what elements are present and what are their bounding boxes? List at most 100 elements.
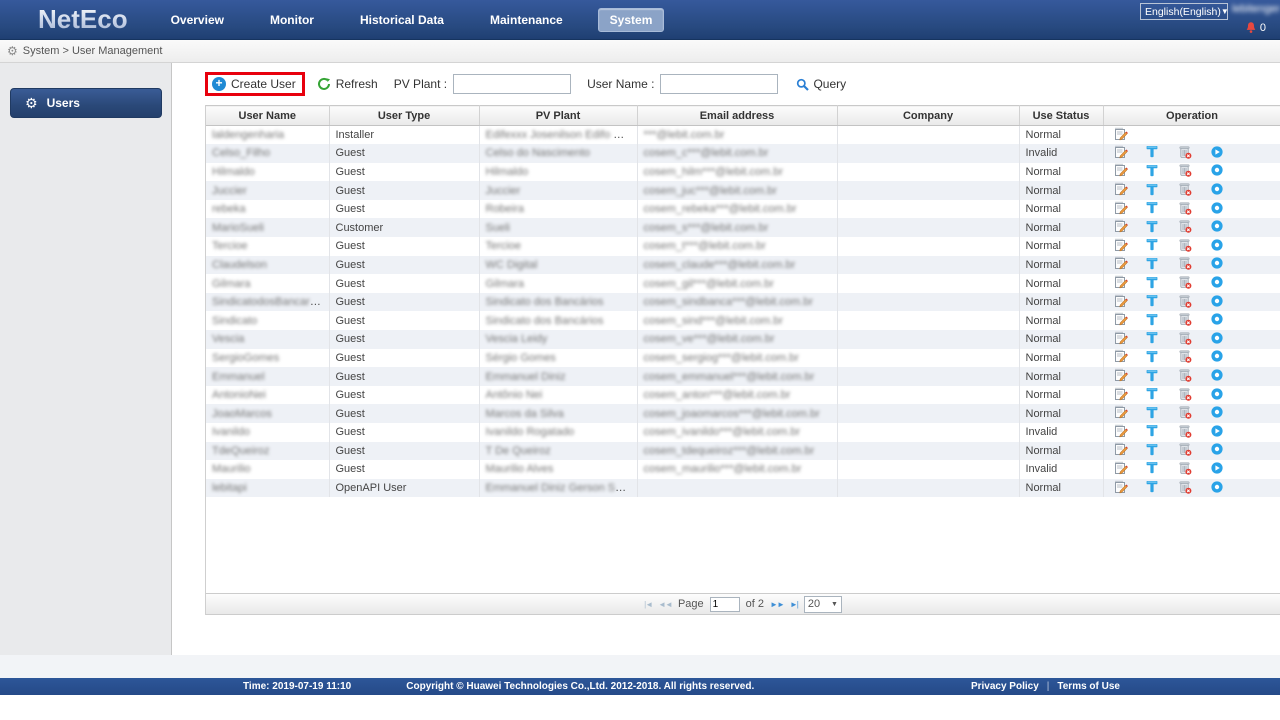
delete-icon[interactable] — [1178, 424, 1192, 441]
nav-item-maintenance[interactable]: Maintenance — [467, 7, 586, 33]
table-row[interactable]: JuccierGuestJucciercosem_juc***@lebit.co… — [206, 181, 1280, 200]
language-select[interactable]: English(English) ▼ — [1140, 3, 1228, 20]
edit-icon[interactable] — [1114, 275, 1128, 292]
edit-icon[interactable] — [1114, 349, 1128, 366]
table-row[interactable]: JoaoMarcosGuestMarcos da Silvacosem_joao… — [206, 404, 1280, 423]
delete-icon[interactable] — [1178, 201, 1192, 218]
edit-icon[interactable] — [1114, 145, 1128, 162]
disable-icon[interactable] — [1210, 219, 1224, 236]
enable-icon[interactable] — [1210, 461, 1224, 478]
edit-icon[interactable] — [1114, 405, 1128, 422]
table-row[interactable]: MaurilioGuestMaurilio Alvescosem_maurili… — [206, 460, 1280, 479]
delete-icon[interactable] — [1178, 238, 1192, 255]
nav-item-historical-data[interactable]: Historical Data — [337, 7, 467, 33]
disable-icon[interactable] — [1210, 349, 1224, 366]
enable-icon[interactable] — [1210, 424, 1224, 441]
pushpin-icon[interactable] — [1146, 183, 1160, 199]
enable-icon[interactable] — [1210, 145, 1224, 162]
pushpin-icon[interactable] — [1146, 424, 1160, 440]
refresh-button[interactable]: Refresh — [317, 77, 378, 91]
table-row[interactable]: lebitapiOpenAPI UserEmmanuel Diniz Gerso… — [206, 479, 1280, 498]
table-row[interactable]: SergioGomesGuestSérgio Gomescosem_sergio… — [206, 349, 1280, 368]
disable-icon[interactable] — [1210, 182, 1224, 199]
sidebar-item-users[interactable]: ⚙ Users — [10, 88, 162, 118]
pushpin-icon[interactable] — [1146, 145, 1160, 161]
pushpin-icon[interactable] — [1146, 238, 1160, 254]
edit-icon[interactable] — [1114, 331, 1128, 348]
delete-icon[interactable] — [1178, 480, 1192, 497]
table-row[interactable]: IvanildoGuestIvanildo Rogatadocosem_ivan… — [206, 423, 1280, 442]
pushpin-icon[interactable] — [1146, 369, 1160, 385]
disable-icon[interactable] — [1210, 405, 1224, 422]
column-header-pv-plant[interactable]: PV Plant — [479, 106, 637, 126]
edit-icon[interactable] — [1114, 256, 1128, 273]
pushpin-icon[interactable] — [1146, 201, 1160, 217]
edit-icon[interactable] — [1114, 201, 1128, 218]
disable-icon[interactable] — [1210, 312, 1224, 329]
column-header-user-type[interactable]: User Type — [329, 106, 479, 126]
edit-icon[interactable] — [1114, 182, 1128, 199]
disable-icon[interactable] — [1210, 480, 1224, 497]
pushpin-icon[interactable] — [1146, 294, 1160, 310]
table-row[interactable]: TercioeGuestTercioecosem_t***@lebit.com.… — [206, 237, 1280, 256]
delete-icon[interactable] — [1178, 275, 1192, 292]
pushpin-icon[interactable] — [1146, 164, 1160, 180]
disable-icon[interactable] — [1210, 294, 1224, 311]
delete-icon[interactable] — [1178, 256, 1192, 273]
delete-icon[interactable] — [1178, 219, 1192, 236]
table-row[interactable]: Celso_FilhoGuestCelso do Nascimentocosem… — [206, 144, 1280, 163]
disable-icon[interactable] — [1210, 368, 1224, 385]
delete-icon[interactable] — [1178, 145, 1192, 162]
disable-icon[interactable] — [1210, 238, 1224, 255]
table-row[interactable]: AntonioNeiGuestAntônio Neicosem_anton***… — [206, 386, 1280, 405]
pushpin-icon[interactable] — [1146, 461, 1160, 477]
delete-icon[interactable] — [1178, 312, 1192, 329]
table-row[interactable]: EmmanuelGuestEmmanuel Dinizcosem_emmanue… — [206, 367, 1280, 386]
nav-item-system[interactable]: System — [598, 8, 665, 32]
disable-icon[interactable] — [1210, 387, 1224, 404]
delete-icon[interactable] — [1178, 349, 1192, 366]
logged-in-username[interactable]: lebitengenharia — [1232, 3, 1280, 17]
create-user-button[interactable]: + Create User — [205, 72, 305, 96]
pushpin-icon[interactable] — [1146, 443, 1160, 459]
delete-icon[interactable] — [1178, 405, 1192, 422]
table-row[interactable]: laldengenhariaInstallerEdifexxx Josenils… — [206, 126, 1280, 145]
edit-icon[interactable] — [1114, 238, 1128, 255]
table-row[interactable]: rebekaGuestRobeiracosem_rebeka***@lebit.… — [206, 200, 1280, 219]
nav-item-overview[interactable]: Overview — [148, 7, 247, 33]
pushpin-icon[interactable] — [1146, 257, 1160, 273]
edit-icon[interactable] — [1114, 163, 1128, 180]
pushpin-icon[interactable] — [1146, 387, 1160, 403]
page-number-input[interactable] — [710, 597, 740, 612]
table-row[interactable]: SindicatodosBancariosGuestSindicato dos … — [206, 293, 1280, 312]
delete-icon[interactable] — [1178, 294, 1192, 311]
edit-icon[interactable] — [1114, 219, 1128, 236]
disable-icon[interactable] — [1210, 275, 1224, 292]
edit-icon[interactable] — [1114, 127, 1128, 144]
pushpin-icon[interactable] — [1146, 331, 1160, 347]
delete-icon[interactable] — [1178, 331, 1192, 348]
pushpin-icon[interactable] — [1146, 480, 1160, 496]
delete-icon[interactable] — [1178, 461, 1192, 478]
edit-icon[interactable] — [1114, 294, 1128, 311]
pushpin-icon[interactable] — [1146, 313, 1160, 329]
table-row[interactable]: GilmaraGuestGilmaracosem_gil***@lebit.co… — [206, 274, 1280, 293]
disable-icon[interactable] — [1210, 201, 1224, 218]
nav-item-monitor[interactable]: Monitor — [247, 7, 337, 33]
edit-icon[interactable] — [1114, 480, 1128, 497]
column-header-email[interactable]: Email address — [637, 106, 837, 126]
user-name-input[interactable] — [660, 74, 778, 94]
edit-icon[interactable] — [1114, 461, 1128, 478]
table-row[interactable]: ClaudelsonGuestWC Digitalcosem_claude***… — [206, 256, 1280, 275]
pushpin-icon[interactable] — [1146, 276, 1160, 292]
disable-icon[interactable] — [1210, 256, 1224, 273]
page-size-select[interactable]: 20 ▼ — [804, 596, 842, 613]
column-header-use-status[interactable]: Use Status — [1019, 106, 1103, 126]
terms-of-use-link[interactable]: Terms of Use — [1057, 681, 1120, 692]
delete-icon[interactable] — [1178, 163, 1192, 180]
table-row[interactable]: SindicatoGuestSindicato dos Bancárioscos… — [206, 311, 1280, 330]
delete-icon[interactable] — [1178, 368, 1192, 385]
delete-icon[interactable] — [1178, 387, 1192, 404]
table-row[interactable]: MarioSueliCustomerSuelicosem_s***@lebit.… — [206, 218, 1280, 237]
query-button[interactable]: Query — [796, 77, 846, 91]
